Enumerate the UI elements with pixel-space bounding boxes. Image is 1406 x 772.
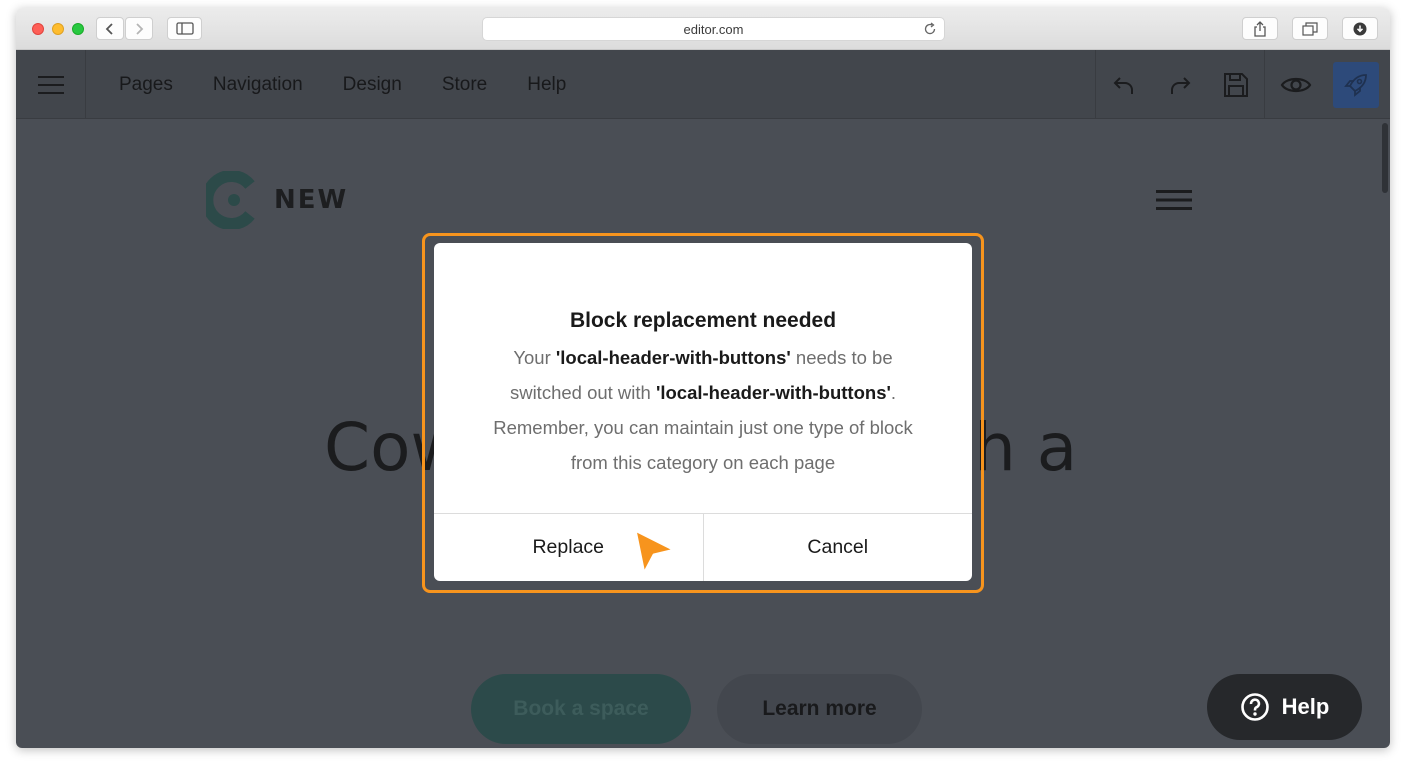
redo-button[interactable] — [1152, 50, 1208, 119]
preview-publish-tools — [1264, 50, 1390, 119]
main-menu-button[interactable] — [16, 50, 86, 119]
message-text: . — [890, 382, 897, 403]
dialog-message: Your 'local-header-with-buttons' needs t… — [454, 340, 952, 480]
preview-button[interactable] — [1265, 50, 1327, 119]
forward-button[interactable] — [125, 17, 153, 40]
save-icon — [1224, 72, 1248, 97]
publish-button[interactable] — [1333, 61, 1379, 108]
dialog-actions: Replace Cancel — [434, 513, 972, 581]
logo-mark-icon — [206, 171, 255, 229]
dialog-title: Block replacement needed — [569, 309, 837, 332]
nav-pages[interactable]: Pages — [119, 74, 173, 96]
page-scrollbar[interactable] — [1382, 123, 1388, 193]
close-window-button[interactable] — [32, 23, 44, 35]
download-icon — [1353, 22, 1367, 35]
site-logo: NEW — [206, 171, 348, 229]
sidebar-toggle-button[interactable] — [167, 17, 202, 40]
undo-button[interactable] — [1096, 50, 1152, 119]
chevron-right-icon — [136, 22, 144, 35]
editor-tools — [1095, 50, 1390, 119]
hero-heading-right: h a — [974, 409, 1078, 486]
downloads-button[interactable] — [1342, 17, 1378, 40]
message-text: from this category on each page — [570, 452, 836, 473]
book-space-button[interactable]: Book a space — [471, 674, 691, 744]
question-circle-icon — [1240, 693, 1269, 721]
nav-design[interactable]: Design — [343, 74, 402, 96]
rocket-icon — [1344, 73, 1367, 97]
share-button[interactable] — [1242, 17, 1278, 40]
chevron-left-icon — [105, 22, 113, 35]
address-bar[interactable]: editor.com — [482, 17, 945, 41]
learn-more-button[interactable]: Learn more — [717, 674, 922, 744]
hamburger-icon — [37, 75, 64, 94]
message-text: Remember, you can maintain just one type… — [493, 417, 913, 438]
history-tools — [1095, 50, 1264, 119]
share-icon — [1254, 20, 1266, 37]
reload-icon[interactable] — [923, 22, 937, 36]
help-widget-button[interactable]: Help — [1207, 674, 1362, 740]
nav-navigation[interactable]: Navigation — [213, 74, 303, 96]
eye-icon — [1280, 77, 1312, 92]
back-button[interactable] — [96, 17, 124, 40]
editor-toolbar: Pages Navigation Design Store Help — [16, 50, 1390, 119]
cursor-arrow-icon — [633, 528, 677, 576]
message-text: switched out with — [509, 382, 656, 403]
message-text: Your — [513, 347, 556, 368]
browser-titlebar: editor.com — [16, 8, 1390, 50]
message-text: needs to be — [790, 347, 893, 368]
help-widget-label: Help — [1281, 694, 1330, 719]
block-replacement-dialog: Block replacement needed Your 'local-hea… — [434, 243, 972, 581]
cancel-button[interactable]: Cancel — [702, 514, 973, 581]
logo-text: NEW — [274, 185, 349, 215]
save-button[interactable] — [1208, 50, 1264, 119]
sidebar-icon — [175, 22, 194, 35]
block-name: 'local-header-with-buttons' — [555, 347, 791, 368]
url-text: editor.com — [683, 21, 744, 37]
minimize-window-button[interactable] — [52, 23, 64, 35]
zoom-window-button[interactable] — [72, 23, 84, 35]
nav-store[interactable]: Store — [442, 74, 487, 96]
nav-help[interactable]: Help — [527, 74, 566, 96]
tabs-overview-button[interactable] — [1292, 17, 1328, 40]
redo-icon — [1171, 76, 1191, 94]
tabs-icon — [1302, 21, 1318, 36]
replacement-block-name: 'local-header-with-buttons' — [655, 382, 891, 403]
undo-icon — [1113, 76, 1133, 94]
editor-nav: Pages Navigation Design Store Help — [119, 50, 566, 119]
site-menu-icon[interactable] — [1156, 189, 1192, 211]
